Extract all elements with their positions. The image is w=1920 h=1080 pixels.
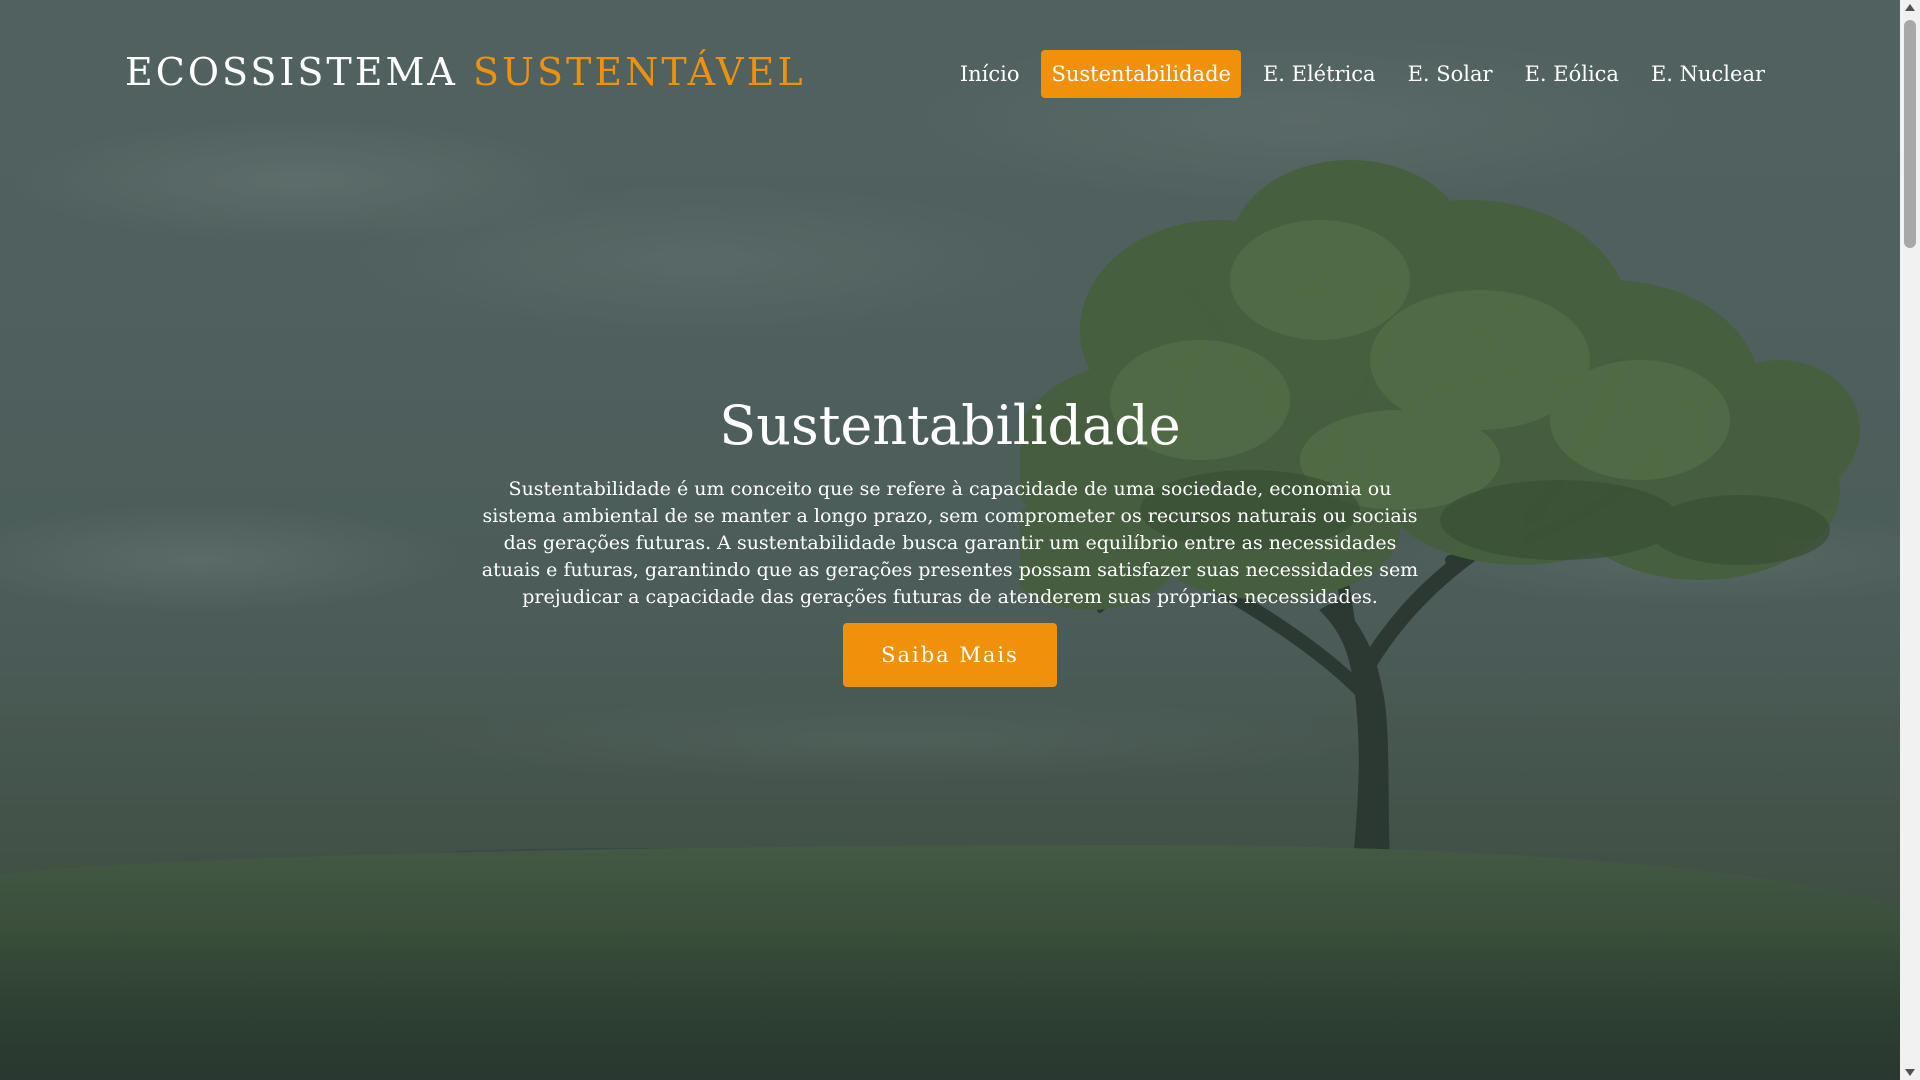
page-viewport: ECOSSISTEMA SUSTENTÁVEL Início Sustentab… xyxy=(0,0,1900,1080)
site-header: ECOSSISTEMA SUSTENTÁVEL Início Sustentab… xyxy=(0,0,1900,150)
scroll-up-arrow-icon[interactable] xyxy=(1905,4,1915,11)
main-nav: Início Sustentabilidade E. Elétrica E. S… xyxy=(950,50,1775,98)
scroll-down-arrow-icon[interactable] xyxy=(1905,1069,1915,1076)
hero-description: Sustentabilidade é um conceito que se re… xyxy=(481,478,1419,608)
saiba-mais-button[interactable]: Saiba Mais xyxy=(843,623,1057,687)
nav-item-energia-nuclear[interactable]: E. Nuclear xyxy=(1641,50,1775,98)
scrollbar-thumb[interactable] xyxy=(1904,20,1916,248)
logo-primary-text: ECOSSISTEMA xyxy=(125,50,458,94)
vertical-scrollbar[interactable] xyxy=(1900,0,1920,1080)
nav-item-inicio[interactable]: Início xyxy=(950,50,1030,98)
hero-section: Sustentabilidade Sustentabilidade é um c… xyxy=(470,390,1430,687)
logo-accent-text: SUSTENTÁVEL xyxy=(472,50,806,94)
site-logo[interactable]: ECOSSISTEMA SUSTENTÁVEL xyxy=(125,50,806,94)
hero-title: Sustentabilidade xyxy=(719,394,1181,457)
nav-item-energia-eletrica[interactable]: E. Elétrica xyxy=(1253,50,1386,98)
nav-item-energia-solar[interactable]: E. Solar xyxy=(1398,50,1503,98)
nav-item-energia-eolica[interactable]: E. Eólica xyxy=(1515,50,1629,98)
nav-item-sustentabilidade[interactable]: Sustentabilidade xyxy=(1041,50,1241,98)
